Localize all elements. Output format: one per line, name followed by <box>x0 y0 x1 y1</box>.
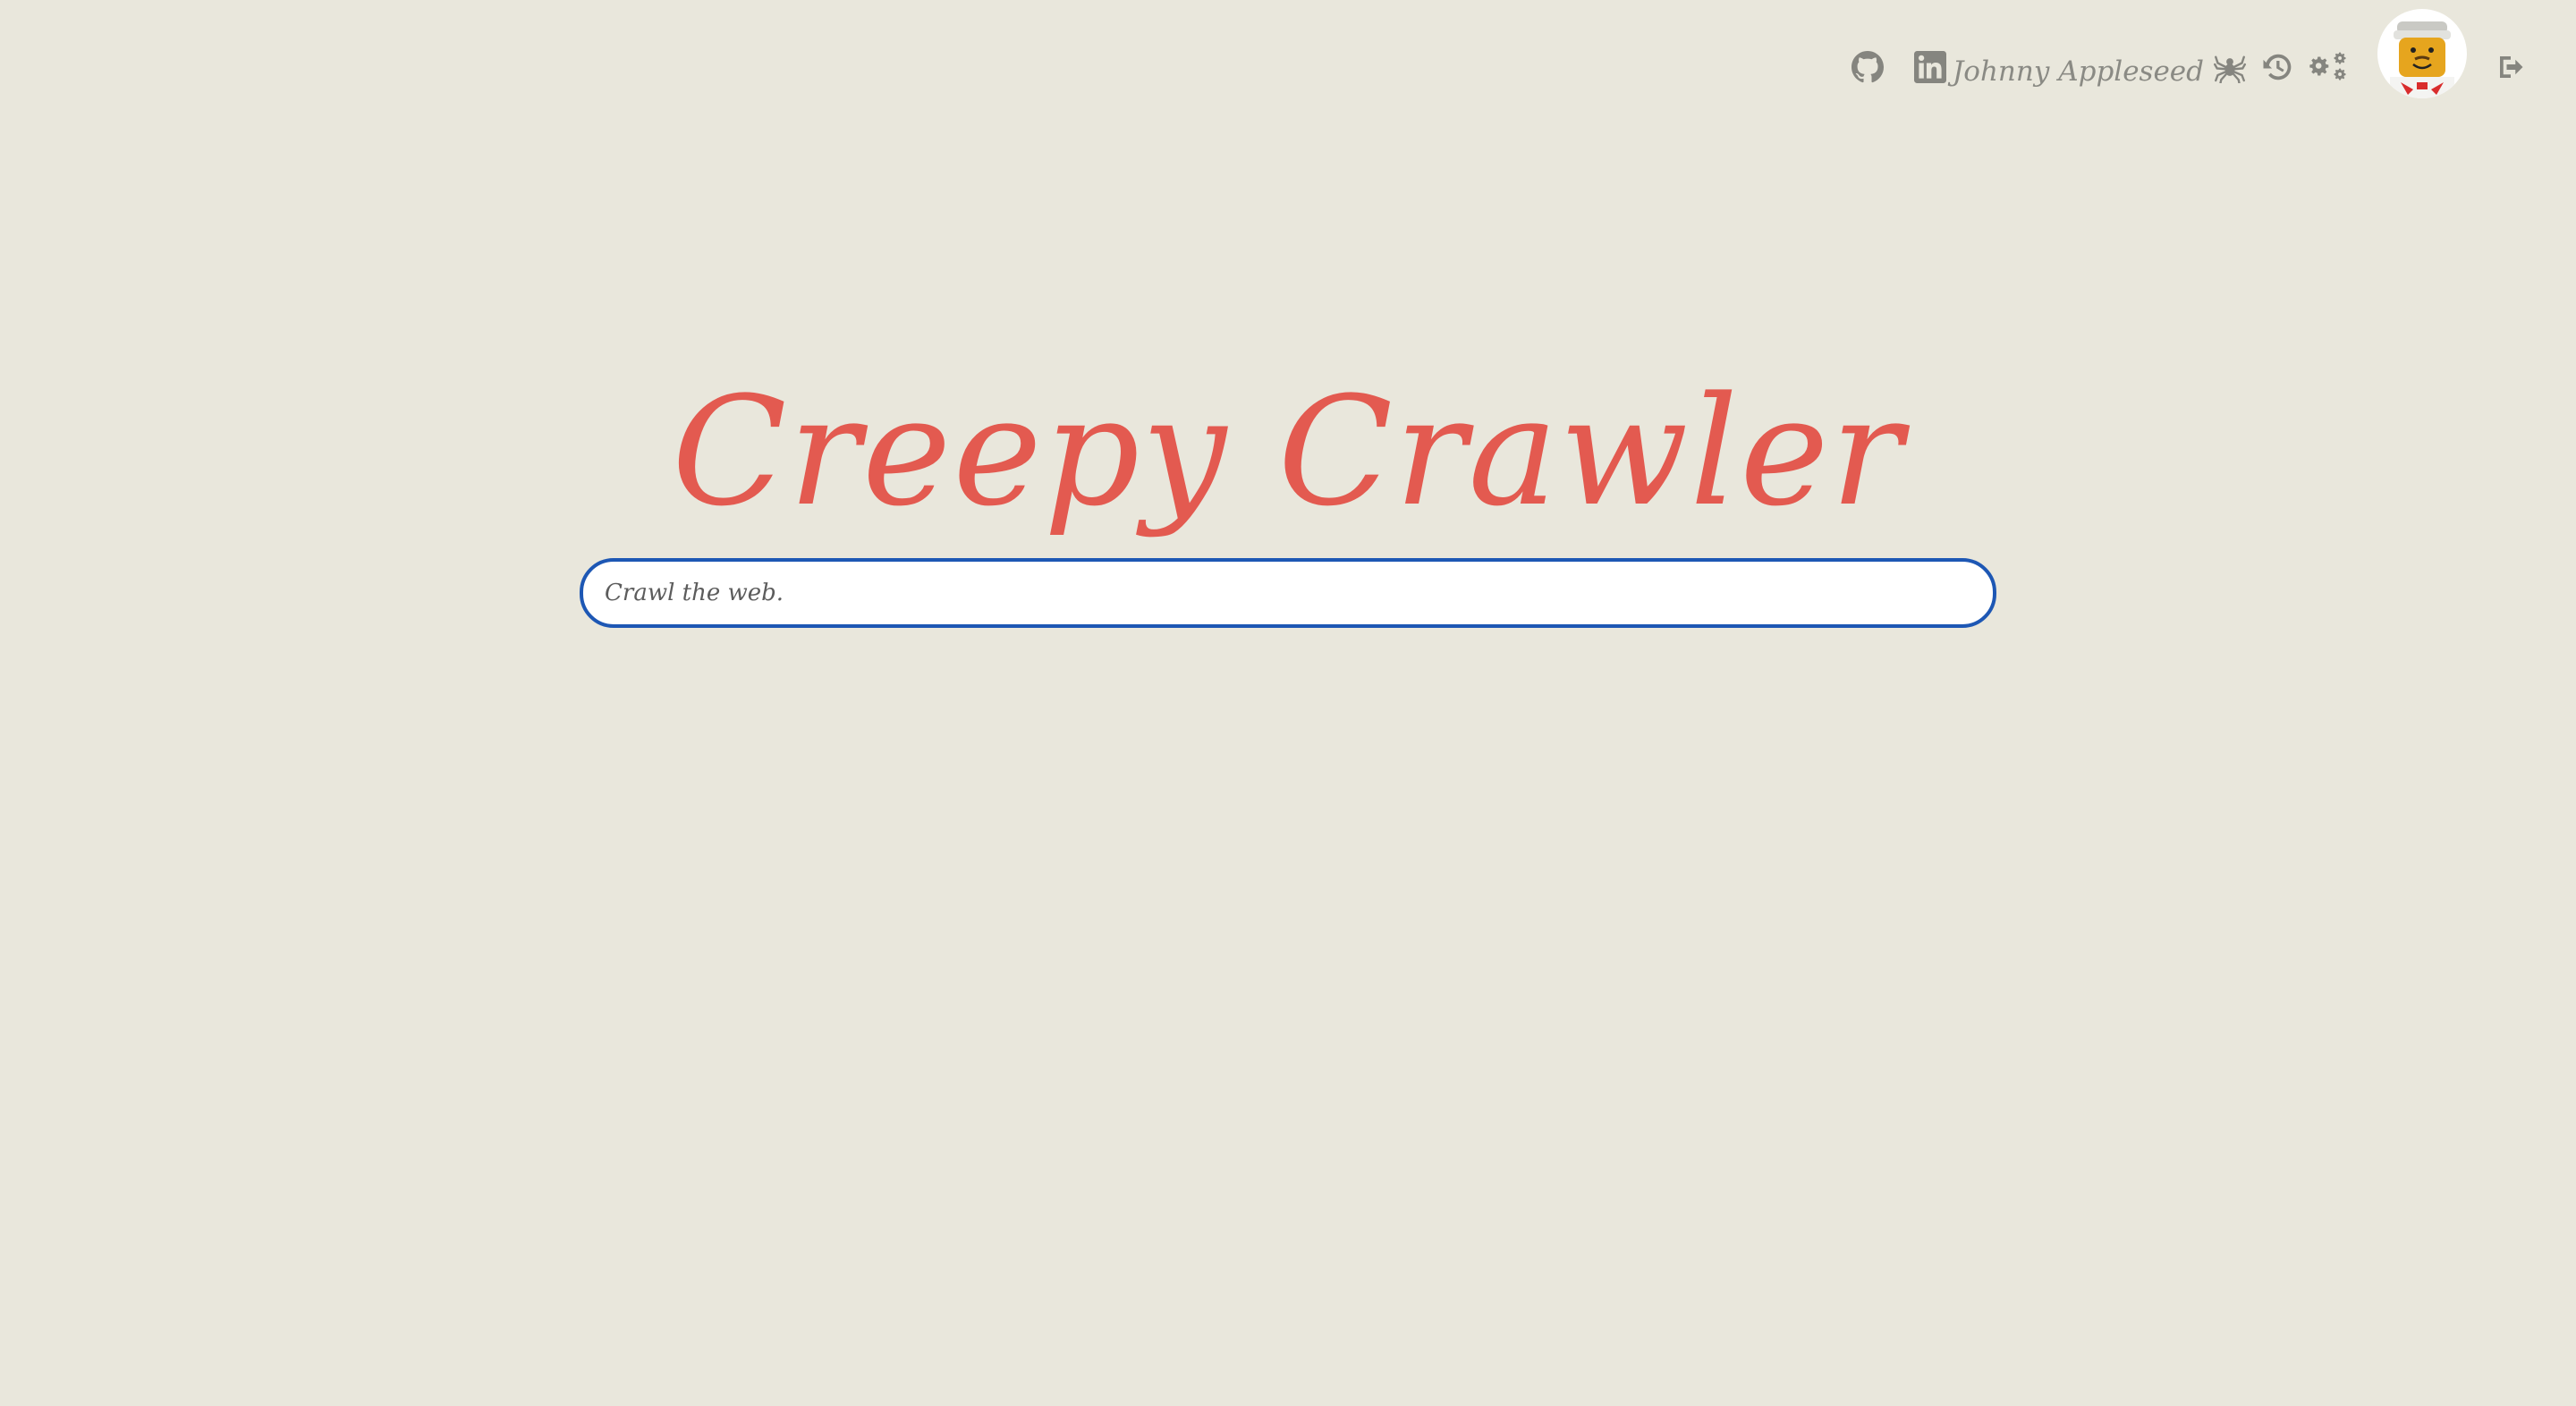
top-navigation: Johnny Appleseed <box>1849 0 2576 134</box>
page-title: Creepy Crawler <box>672 364 1904 539</box>
spider-icon[interactable] <box>2211 48 2249 86</box>
history-icon[interactable] <box>2259 48 2297 86</box>
page: Johnny Appleseed Creepy Crawler Crawl th… <box>0 0 2576 1406</box>
linkedin-icon[interactable] <box>1911 48 1949 86</box>
user-name[interactable]: Johnny Appleseed <box>1953 55 2204 88</box>
github-icon[interactable] <box>1849 48 1886 86</box>
sign-out-icon[interactable] <box>2492 48 2529 86</box>
avatar[interactable] <box>2377 9 2467 98</box>
gears-icon[interactable] <box>2309 48 2347 86</box>
search-container <box>580 558 1996 628</box>
search-input[interactable] <box>580 558 1996 628</box>
lego-figure-avatar <box>2390 21 2454 98</box>
